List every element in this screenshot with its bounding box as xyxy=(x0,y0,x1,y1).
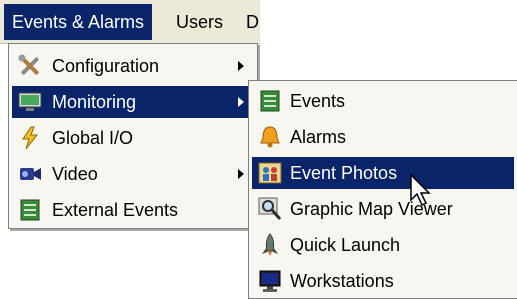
event-photos-icon xyxy=(258,162,282,184)
menu-bar: Events & Alarms Users D xyxy=(0,0,260,44)
menu-item-label: Video xyxy=(52,164,98,184)
lightning-icon xyxy=(22,126,39,150)
submenu-item-label: Quick Launch xyxy=(290,235,401,255)
menubar-users[interactable]: Users xyxy=(168,4,231,40)
magnifier-map-icon xyxy=(258,197,282,220)
workstation-icon xyxy=(259,270,281,292)
menu-item-external-events[interactable]: External Events xyxy=(12,194,254,226)
monitor-icon xyxy=(18,92,42,111)
menu-item-video[interactable]: Video xyxy=(12,158,254,190)
external-events-icon xyxy=(20,199,40,221)
menu-item-configuration[interactable]: Configuration xyxy=(12,50,254,82)
rocket-icon xyxy=(262,233,278,256)
submenu-item-event-photos[interactable]: Event Photos xyxy=(252,157,514,189)
video-camera-icon xyxy=(20,168,41,180)
submenu-item-label: Event Photos xyxy=(290,163,398,183)
submenu-arrow-icon xyxy=(238,169,244,179)
submenu-item-quick-launch[interactable]: Quick Launch xyxy=(252,229,514,261)
submenu-item-workstations[interactable]: Workstations xyxy=(252,265,514,297)
submenu-item-events[interactable]: Events xyxy=(252,85,514,117)
menu-item-global-io[interactable]: Global I/O xyxy=(12,122,254,154)
menu-item-label: Global I/O xyxy=(52,128,134,148)
menu-item-label: External Events xyxy=(52,200,179,220)
tools-icon xyxy=(18,54,39,75)
mouse-cursor-icon xyxy=(410,174,431,207)
menu-item-label: Monitoring xyxy=(52,92,137,112)
submenu-item-label: Alarms xyxy=(290,127,347,147)
menu-item-monitoring[interactable]: Monitoring xyxy=(12,86,254,118)
monitoring-submenu: Events Alarms Event Photos Graphic Map V… xyxy=(248,80,517,299)
submenu-item-graphic-map-viewer[interactable]: Graphic Map Viewer xyxy=(252,193,514,225)
menubar-events-alarms[interactable]: Events & Alarms xyxy=(4,4,153,40)
events-alarms-menu: Configuration Monitoring Global I/O Vide… xyxy=(8,43,258,229)
menu-item-label: Configuration xyxy=(52,56,160,76)
events-list-icon xyxy=(260,90,280,112)
submenu-arrow-icon xyxy=(238,97,244,107)
submenu-arrow-icon xyxy=(238,61,244,71)
submenu-item-label: Events xyxy=(290,91,346,111)
submenu-item-alarms[interactable]: Alarms xyxy=(252,121,514,153)
alarm-bell-icon xyxy=(260,126,280,148)
submenu-item-label: Workstations xyxy=(290,271,394,291)
menubar-partial-item[interactable]: D xyxy=(240,4,266,40)
